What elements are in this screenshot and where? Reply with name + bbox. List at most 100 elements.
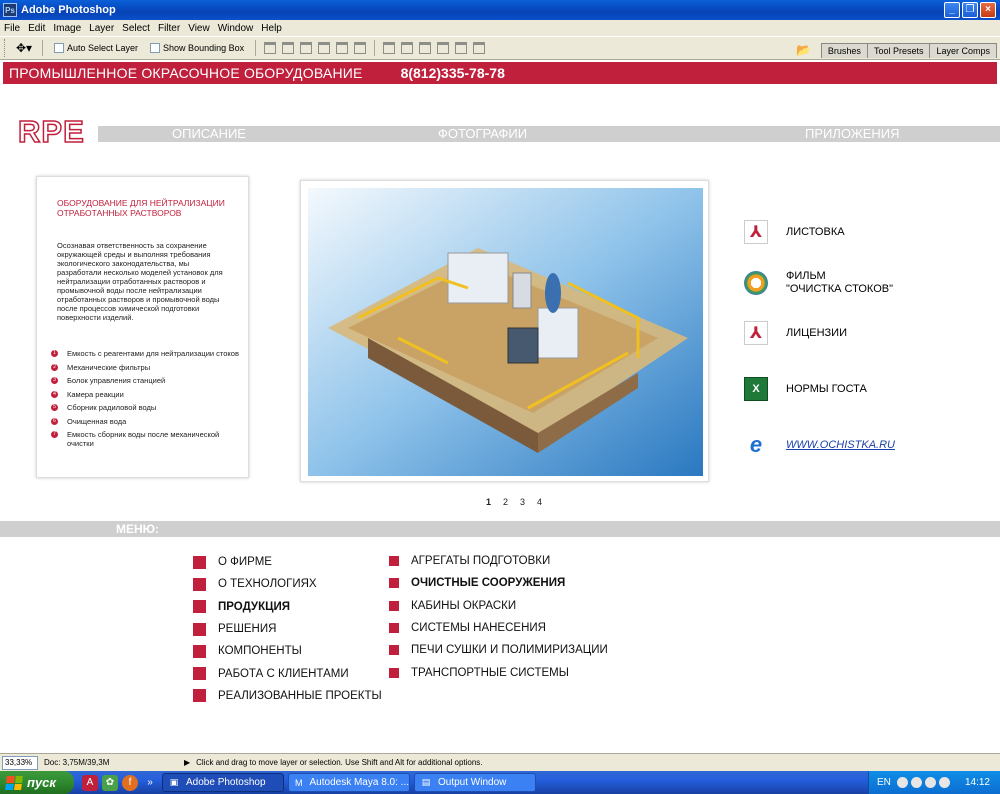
quick-launch: A ✿ f »	[82, 774, 158, 791]
menu-item-conveyors[interactable]: ТРАНСПОРТНЫЕ СИСТЕМЫ	[389, 661, 608, 683]
minimize-button[interactable]: _	[944, 2, 960, 18]
distribute-left-icon[interactable]	[437, 42, 450, 54]
close-button[interactable]: ×	[980, 2, 996, 18]
menu-item-application[interactable]: СИСТЕМЫ НАНЕСЕНИЯ	[389, 617, 608, 639]
separator	[374, 40, 376, 56]
distribute-right-icon[interactable]	[473, 42, 486, 54]
menu-help[interactable]: Help	[257, 23, 286, 34]
panel-text: Осознавая ответственность за сохранение …	[57, 241, 223, 322]
tab-tool-presets[interactable]: Tool Presets	[866, 43, 931, 58]
page-2[interactable]: 2	[503, 497, 508, 507]
menu-item-label: О ФИРМЕ	[218, 556, 272, 569]
quicklaunch-app-icon[interactable]: A	[82, 774, 98, 791]
doc-size[interactable]: Doc: 3,75M/39,3M	[44, 758, 184, 767]
link-leaflet[interactable]: ⅄ ЛИСТОВКА	[744, 220, 845, 244]
menu-item-paint-booths[interactable]: КАБИНЫ ОКРАСКИ	[389, 595, 608, 617]
align-hcenter-icon[interactable]	[336, 42, 349, 54]
menu-item-label: ПРОДУКЦИЯ	[218, 600, 291, 613]
windows-flag-icon	[5, 775, 23, 790]
menu-item-pretreatment[interactable]: АГРЕГАТЫ ПОДГОТОВКИ	[389, 550, 608, 572]
tray-update-icon[interactable]	[938, 777, 950, 788]
task-maya[interactable]: M Autodesk Maya 8.0: ...	[288, 773, 410, 792]
options-grip[interactable]	[4, 39, 7, 57]
menu-item-label: КОМПОНЕНТЫ	[218, 645, 302, 658]
task-photoshop[interactable]: ▣ Adobe Photoshop	[162, 773, 284, 792]
bounding-box-option[interactable]: Show Bounding Box	[150, 43, 244, 53]
tray-volume-icon[interactable]	[910, 777, 922, 788]
zoom-field[interactable]: 33,33%	[2, 755, 38, 770]
align-left-icon[interactable]	[318, 42, 331, 54]
align-vcenter-icon[interactable]	[282, 42, 295, 54]
nav-appendix[interactable]: ПРИЛОЖЕНИЯ	[805, 126, 900, 142]
file-browser-icon[interactable]: 📂	[795, 42, 813, 58]
distribute-vcenter-icon[interactable]	[401, 42, 414, 54]
equipment-illustration	[308, 188, 703, 476]
excel-icon: X	[744, 377, 768, 401]
menu-item-projects[interactable]: РЕАЛИЗОВАННЫЕ ПРОЕКТЫ	[193, 685, 382, 707]
menu-item-products[interactable]: ПРОДУКЦИЯ	[193, 596, 382, 618]
move-tool-icon[interactable]: ✥▾	[11, 39, 37, 57]
legend-label: Механические фильтры	[67, 362, 151, 372]
bullet-square	[193, 667, 206, 681]
bullet-square	[193, 555, 206, 569]
nav-description[interactable]: ОПИСАНИЕ	[172, 126, 246, 142]
menu-edit[interactable]: Edit	[24, 23, 49, 34]
menu-item-treatment[interactable]: ОЧИСТНЫЕ СООРУЖЕНИЯ	[389, 572, 608, 594]
task-output-window[interactable]: ▤ Output Window	[414, 773, 536, 792]
link-website[interactable]: e WWW.OCHISTKA.RU	[744, 432, 895, 457]
status-hint: Click and drag to move layer or selectio…	[196, 758, 483, 767]
menu-item-ovens[interactable]: ПЕЧИ СУШКИ И ПОЛИМИРИЗАЦИИ	[389, 639, 608, 661]
photoshop-window: Ps Adobe Photoshop _ ❐ × File Edit Image…	[0, 0, 1000, 794]
page-4[interactable]: 4	[537, 497, 542, 507]
page-3[interactable]: 3	[520, 497, 525, 507]
menu-item-clients[interactable]: РАБОТА С КЛИЕНТАМИ	[193, 662, 382, 684]
align-bottom-icon[interactable]	[300, 42, 313, 54]
menu-layer[interactable]: Layer	[85, 23, 118, 34]
status-menu-arrow-icon[interactable]: ▶	[184, 758, 190, 767]
tray-security-icon[interactable]	[924, 777, 936, 788]
menu-item-components[interactable]: КОМПОНЕНТЫ	[193, 640, 382, 662]
align-top-icon[interactable]	[264, 42, 277, 54]
description-panel: ОБОРУДОВАНИЕ ДЛЯ НЕЙТРАЛИЗАЦИИ ОТРАБОТАН…	[36, 176, 249, 478]
quicklaunch-firefox-icon[interactable]: f	[122, 774, 138, 791]
link-licenses[interactable]: ⅄ ЛИЦЕНЗИИ	[744, 321, 847, 345]
quicklaunch-expand-icon[interactable]: »	[142, 775, 158, 791]
align-right-icon[interactable]	[354, 42, 367, 54]
menu-view[interactable]: View	[184, 23, 214, 34]
distribute-hcenter-icon[interactable]	[455, 42, 468, 54]
menu-item-about[interactable]: О ФИРМЕ	[193, 551, 382, 573]
auto-select-option[interactable]: Auto Select Layer	[54, 43, 138, 53]
menu-item-technologies[interactable]: О ТЕХНОЛОГИЯХ	[193, 573, 382, 595]
legend-label: Камера реакции	[67, 389, 124, 399]
menu-item-label: ТРАНСПОРТНЫЕ СИСТЕМЫ	[411, 666, 569, 679]
tab-layer-comps[interactable]: Layer Comps	[929, 43, 997, 58]
menu-item-solutions[interactable]: РЕШЕНИЯ	[193, 618, 382, 640]
bounding-box-checkbox[interactable]	[150, 43, 161, 53]
menu-select[interactable]: Select	[118, 23, 154, 34]
document-canvas[interactable]: ПРОМЫШЛЕННОЕ ОКРАСОЧНОЕ ОБОРУДОВАНИЕ 8(8…	[0, 60, 1000, 753]
menu-window[interactable]: Window	[214, 23, 258, 34]
separator	[255, 40, 257, 56]
page-1[interactable]: 1	[486, 497, 491, 507]
tab-brushes[interactable]: Brushes	[820, 43, 868, 58]
window-title: Adobe Photoshop	[21, 4, 116, 16]
language-indicator[interactable]: EN	[877, 777, 891, 788]
legend-label: Емкость сборник воды после механической …	[67, 430, 220, 448]
auto-select-checkbox[interactable]	[54, 43, 64, 53]
menu-filter[interactable]: Filter	[154, 23, 184, 34]
distribute-top-icon[interactable]	[383, 42, 396, 54]
tray-network-icon[interactable]	[896, 777, 908, 788]
start-button[interactable]: пуск	[0, 771, 74, 794]
restore-button[interactable]: ❐	[962, 2, 978, 18]
link-film[interactable]: ФИЛЬМ "ОЧИСТКА СТОКОВ"	[744, 270, 893, 296]
pdf-icon: ⅄	[744, 321, 768, 345]
menu-band: МЕНЮ:	[0, 521, 1000, 537]
nav-photos[interactable]: ФОТОГРАФИИ	[438, 126, 527, 142]
distribute-bottom-icon[interactable]	[419, 42, 432, 54]
quicklaunch-flower-icon[interactable]: ✿	[102, 774, 118, 791]
menu-file[interactable]: File	[0, 23, 24, 34]
title-bar: Ps Adobe Photoshop _ ❐ ×	[0, 0, 1000, 20]
menu-image[interactable]: Image	[49, 23, 85, 34]
link-gost[interactable]: X НОРМЫ ГОСТА	[744, 377, 867, 401]
task-label: Adobe Photoshop	[186, 777, 266, 788]
